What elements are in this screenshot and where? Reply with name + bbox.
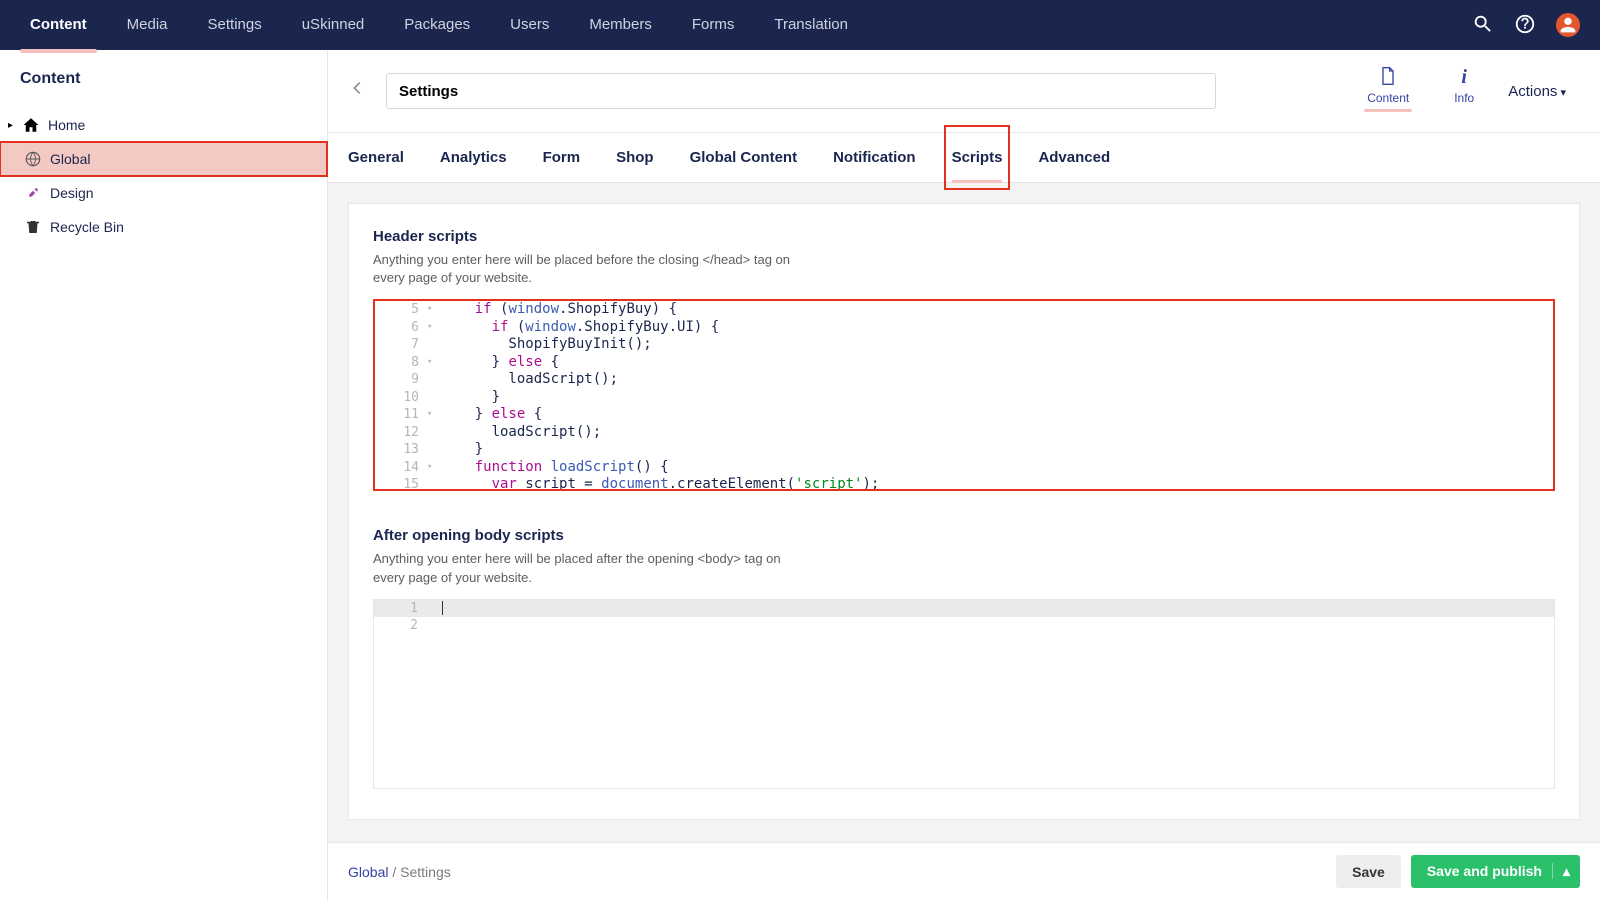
tree-item-global[interactable]: Global [0,142,327,176]
trash-icon [24,218,42,236]
tree-item-home[interactable]: ▸ Home [0,108,327,142]
actions-menu-button[interactable]: Actions [1494,75,1580,108]
header-scripts-label: Header scripts [373,228,1555,245]
breadcrumb: Global / Settings [348,864,451,880]
scripts-panel: Header scripts Anything you enter here w… [348,203,1580,820]
tree-label: Global [50,151,90,167]
body-scripts-label: After opening body scripts [373,527,1555,544]
tab-general[interactable]: General [348,133,404,182]
back-button[interactable] [348,79,372,103]
nav-tab-members[interactable]: Members [569,0,672,50]
tree-label: Home [48,117,85,133]
nav-tab-forms[interactable]: Forms [672,0,755,50]
nav-tab-packages[interactable]: Packages [384,0,490,50]
save-button[interactable]: Save [1336,855,1401,888]
tree-item-recycle-bin[interactable]: Recycle Bin [0,210,327,244]
top-nav: Content Media Settings uSkinned Packages… [0,0,1600,50]
tab-shop[interactable]: Shop [616,133,654,182]
tab-form[interactable]: Form [543,133,581,182]
chevron-up-icon[interactable]: ▴ [1552,863,1570,879]
header-scripts-editor[interactable]: 5▾ if (window.ShopifyBuy) { 6▾ if (windo… [373,299,1555,491]
paint-icon [24,184,42,202]
home-icon [22,116,40,134]
document-icon [1378,66,1398,89]
breadcrumb-global[interactable]: Global [348,864,388,880]
nav-tab-media[interactable]: Media [107,0,188,50]
topnav-tabs: Content Media Settings uSkinned Packages… [10,0,1472,50]
tab-scripts[interactable]: Scripts [952,133,1003,182]
body-scripts-editor[interactable]: 1 2 [373,599,1555,789]
help-icon[interactable] [1514,13,1536,38]
globe-icon [24,150,42,168]
caret-icon[interactable]: ▸ [8,120,20,131]
content-tabs: General Analytics Form Shop Global Conte… [328,133,1600,183]
mode-tab-content[interactable]: Content [1358,64,1418,118]
tab-notification[interactable]: Notification [833,133,916,182]
nav-tab-content[interactable]: Content [10,0,107,50]
tab-global-content[interactable]: Global Content [690,133,798,182]
search-icon[interactable] [1472,13,1494,38]
tree-label: Design [50,185,94,201]
breadcrumb-current: Settings [400,864,451,880]
nav-tab-uskinned[interactable]: uSkinned [282,0,385,50]
toolbar: Content i Info Actions [328,50,1600,133]
body-scripts-help: Anything you enter here will be placed a… [373,550,813,586]
tree-item-design[interactable]: Design [0,176,327,210]
tab-advanced[interactable]: Advanced [1038,133,1110,182]
header-scripts-help: Anything you enter here will be placed b… [373,251,813,287]
nav-tab-users[interactable]: Users [490,0,569,50]
mode-tab-info[interactable]: i Info [1448,64,1480,111]
nav-tab-settings[interactable]: Settings [188,0,282,50]
user-avatar[interactable] [1556,13,1580,37]
footer: Global / Settings Save Save and publish▴ [328,842,1600,900]
tree-label: Recycle Bin [50,219,124,235]
sidebar: Content ▸ Home Global Design Recycle Bin [0,50,328,900]
node-title-input[interactable] [386,73,1216,109]
tab-analytics[interactable]: Analytics [440,133,507,182]
sidebar-heading: Content [0,70,327,108]
info-icon: i [1461,66,1467,89]
save-and-publish-button[interactable]: Save and publish▴ [1411,855,1580,888]
nav-tab-translation[interactable]: Translation [754,0,868,50]
